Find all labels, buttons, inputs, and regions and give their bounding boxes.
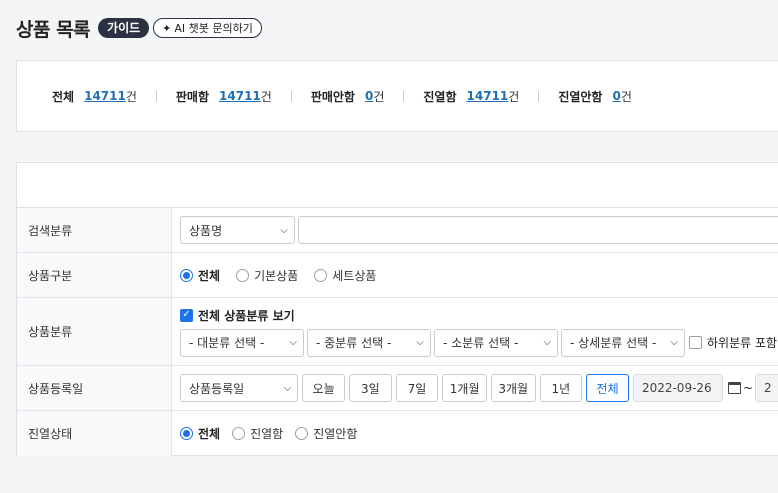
divider [403, 90, 405, 102]
chevron-down-icon: ⌵ [416, 337, 424, 348]
show-all-classification-checkbox[interactable]: ✓ 전체 상품분류 보기 [180, 307, 295, 324]
stat-count-link[interactable]: 0 [365, 89, 373, 103]
select-value: 상품명 [189, 223, 223, 238]
period-1year-button[interactable]: 1년 [539, 374, 583, 402]
period-all-button[interactable]: 전체 [586, 374, 629, 402]
page-title: 상품 목록 [16, 18, 91, 41]
select-value: 상품등록일 [189, 381, 245, 396]
chevron-down-icon: ⌵ [543, 337, 551, 348]
select-value: - 대분류 선택 - [189, 336, 265, 350]
stat-label: 판매함 [175, 89, 210, 104]
radio-label: 전체 [198, 427, 221, 441]
stat-label: 판매안함 [310, 89, 355, 104]
start-date-input[interactable]: 2022-09-26 [632, 374, 723, 402]
date-type-select[interactable]: 상품등록일 ⌵ [180, 374, 299, 402]
stat-label: 진열함 [423, 89, 457, 104]
radio-display-off[interactable]: 진열안함 [295, 425, 357, 442]
stat-unit: 건 [508, 89, 520, 104]
stat-all: 전체 14711 건 [52, 88, 137, 105]
period-3months-button[interactable]: 3개월 [490, 374, 536, 402]
radio-display-all[interactable]: 전체 [180, 425, 220, 442]
title-bar: 상품 목록 가이드 ✦ AI 챗봇 문의하기 [16, 14, 262, 42]
detail-category-select[interactable]: - 상세분류 선택 - ⌵ [561, 328, 685, 357]
stat-not-selling: 판매안함 0 건 [311, 88, 385, 105]
row-product-type: 상품구분 전체 기본상품 세트상품 [17, 253, 778, 298]
search-keyword-input[interactable] [298, 216, 778, 244]
sub-category-select[interactable]: - 소분류 선택 - ⌵ [434, 328, 558, 357]
period-3days-button[interactable]: 3일 [348, 374, 392, 402]
stat-count-link[interactable]: 14711 [467, 89, 509, 103]
select-value: - 상세분류 선택 - [570, 336, 657, 350]
checkbox-box [689, 336, 702, 349]
radio-display-on[interactable]: 진열함 [232, 425, 283, 442]
stat-count-link[interactable]: 0 [612, 89, 620, 103]
radio-dot [314, 268, 328, 282]
ai-chatbot-button[interactable]: ✦ AI 챗봇 문의하기 [153, 18, 262, 38]
radio-dot [180, 427, 193, 440]
stat-count-link[interactable]: 14711 [219, 89, 261, 103]
radio-dot [236, 268, 250, 282]
chevron-down-icon: ⌵ [670, 337, 678, 348]
calendar-icon[interactable] [727, 382, 741, 394]
radio-label: 진열안함 [313, 427, 358, 441]
divider [538, 90, 540, 102]
radio-type-set[interactable]: 세트상품 [314, 267, 376, 284]
checkbox-label: 하위분류 포함 [707, 336, 778, 350]
radio-label: 기본상품 [254, 268, 299, 283]
radio-label: 세트상품 [332, 268, 377, 283]
stat-displayed: 진열함 14711 건 [423, 88, 519, 105]
divider [155, 90, 157, 102]
radio-dot [232, 427, 246, 440]
chevron-down-icon: ⌵ [280, 224, 288, 236]
row-label: 검색분류 [17, 208, 172, 252]
select-value: - 소분류 선택 - [443, 336, 519, 350]
ai-chatbot-label: AI 챗봇 문의하기 [174, 22, 253, 35]
search-panel: 검색분류 상품명 ⌵ 상품구분 전체 기본상품 세트상품 상품분류 ✓ 전체 상… [16, 162, 778, 456]
period-1month-button[interactable]: 1개월 [442, 374, 487, 402]
check-icon: ✓ [180, 308, 193, 322]
end-date-input[interactable]: 2 [755, 374, 778, 402]
stat-count-link[interactable]: 14711 [84, 89, 126, 103]
row-registration-date: 상품등록일 상품등록일 ⌵ 오늘 3일 7일 1개월 3개월 1년 전체 202… [17, 366, 778, 411]
middle-category-select[interactable]: - 중분류 선택 - ⌵ [307, 328, 431, 357]
stat-unit: 건 [620, 89, 632, 104]
select-value: - 중분류 선택 - [316, 336, 392, 350]
period-7days-button[interactable]: 7일 [395, 374, 439, 402]
stat-selling: 판매함 14711 건 [176, 88, 272, 105]
radio-dot [295, 427, 309, 440]
row-search-category: 검색분류 상품명 ⌵ [17, 208, 778, 253]
period-today-button[interactable]: 오늘 [302, 374, 345, 402]
guide-button[interactable]: 가이드 [98, 18, 150, 38]
chevron-down-icon: ⌵ [289, 337, 297, 348]
row-label: 진열상태 [17, 411, 172, 456]
search-category-select[interactable]: 상품명 ⌵ [180, 216, 295, 244]
radio-label: 진열함 [250, 427, 284, 441]
stat-label: 전체 [52, 89, 75, 104]
radio-label: 전체 [198, 268, 221, 283]
divider [290, 90, 292, 102]
date-range-tilde: ~ [742, 381, 753, 395]
radio-type-all[interactable]: 전체 [180, 267, 220, 284]
stat-label: 진열안함 [558, 89, 603, 104]
stat-unit: 건 [125, 89, 137, 104]
chevron-down-icon: ⌵ [283, 382, 292, 394]
row-label: 상품등록일 [17, 366, 172, 410]
row-label: 상품분류 [17, 298, 172, 365]
row-classification: 상품분류 ✓ 전체 상품분류 보기 - 대분류 선택 - ⌵ - 중분류 선택 … [17, 298, 778, 366]
sparkle-icon: ✦ [162, 21, 172, 35]
stat-not-displayed: 진열안함 0 건 [558, 88, 632, 105]
checkbox-label: 전체 상품분류 보기 [198, 308, 295, 323]
summary-bar: 전체 14711 건 판매함 14711 건 판매안함 0 건 진열함 1471… [16, 60, 778, 132]
stat-unit: 건 [260, 89, 272, 104]
stat-unit: 건 [373, 89, 385, 104]
main-category-select[interactable]: - 대분류 선택 - ⌵ [180, 328, 304, 357]
row-label: 상품구분 [17, 253, 172, 297]
row-display-status: 진열상태 전체 진열함 진열안함 [17, 411, 778, 456]
include-subcategory-checkbox[interactable]: 하위분류 포함 [689, 334, 777, 351]
search-panel-header [17, 163, 778, 208]
radio-type-basic[interactable]: 기본상품 [236, 267, 298, 284]
radio-dot [180, 268, 193, 282]
